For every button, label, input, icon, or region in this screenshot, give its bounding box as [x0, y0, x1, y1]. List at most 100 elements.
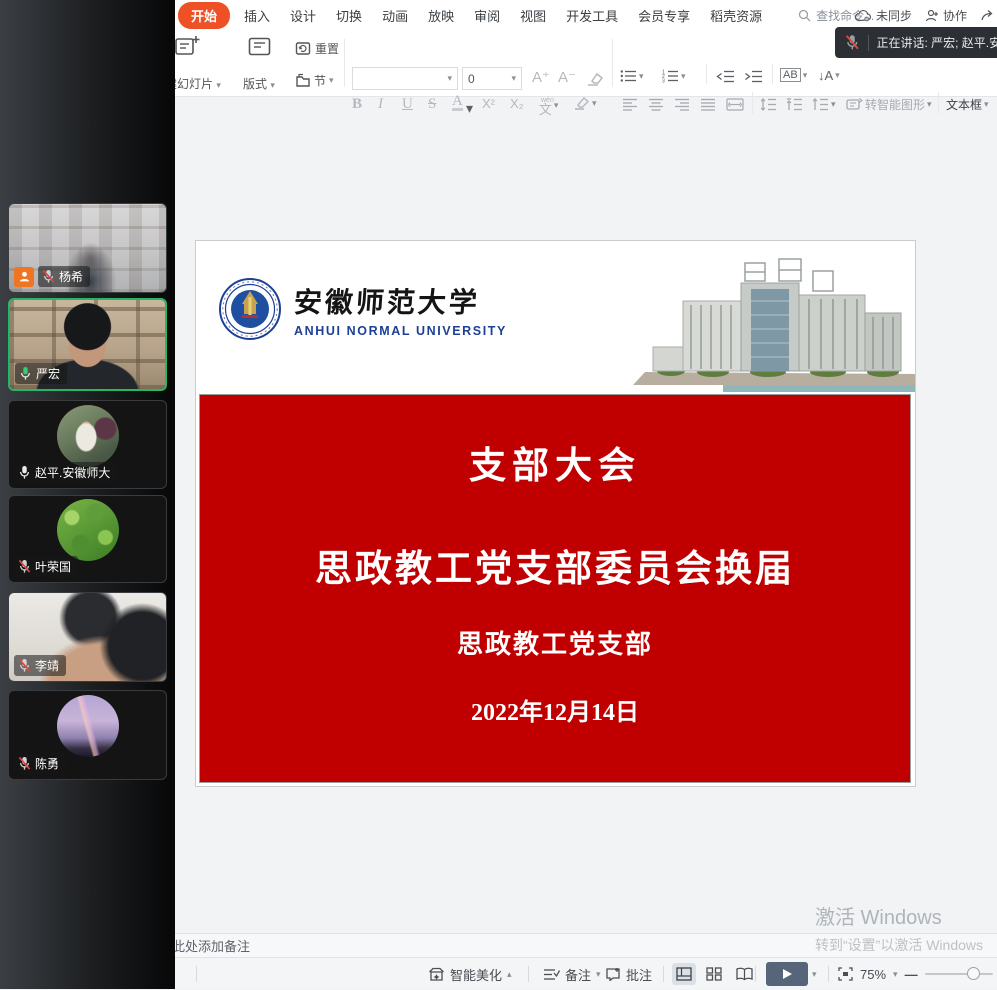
paragraph-spacing-icon[interactable]: [786, 98, 803, 111]
smart-beautify-button[interactable]: 智能美化 ▴: [428, 958, 512, 990]
line-height-icon: [812, 98, 829, 111]
notes-toggle-button[interactable]: 备注 ▾: [543, 958, 601, 990]
collaborate-button[interactable]: 协作: [925, 7, 967, 24]
play-icon: [782, 968, 793, 980]
zoom-slider[interactable]: [925, 973, 993, 975]
tab-devtools[interactable]: 开发工具: [556, 3, 628, 28]
font-color-dropdown[interactable]: ▾: [466, 100, 473, 117]
slide-sorter-view-button[interactable]: [702, 963, 726, 985]
play-slideshow-button[interactable]: [766, 962, 808, 986]
italic-button[interactable]: I: [378, 96, 383, 113]
mic-on-icon: [18, 465, 31, 480]
slide[interactable]: 安徽师范大学 ANHUI NORMAL UNIVERSITY: [195, 240, 916, 787]
normal-view-button[interactable]: [672, 963, 696, 985]
mic-muted-icon: [42, 269, 55, 284]
menu-right-actions: 未同步 协作: [854, 0, 995, 30]
text-box-button[interactable]: 文本框▾: [946, 96, 989, 113]
university-emblem-icon: [218, 277, 282, 341]
vertical-text-button[interactable]: ↓A▾: [818, 68, 840, 83]
tab-home[interactable]: 开始: [178, 2, 230, 29]
increase-font-button[interactable]: A⁺: [532, 68, 550, 86]
sync-status[interactable]: 未同步: [854, 7, 912, 24]
reset-button[interactable]: 重置: [295, 40, 339, 57]
tab-design[interactable]: 设计: [280, 3, 326, 28]
font-size-value: 0: [468, 72, 475, 86]
zoom-slider-handle[interactable]: [967, 967, 980, 980]
superscript-button[interactable]: X²: [482, 96, 495, 111]
notes-icon: [543, 968, 560, 981]
bold-button[interactable]: B: [352, 96, 362, 113]
slide-date: 2022年12月14日: [200, 692, 910, 727]
slide-subtitle: 思政教工党支部委员会换届: [200, 538, 910, 592]
speaking-text: 正在讲话: 严宏; 赵平.安: [876, 34, 997, 51]
decrease-font-button[interactable]: A⁻: [558, 68, 576, 86]
new-slide-icon: [174, 34, 200, 60]
tab-review[interactable]: 审阅: [464, 3, 510, 28]
align-center-icon[interactable]: [648, 98, 664, 111]
participant-name: 陈勇: [35, 755, 59, 772]
layout-button[interactable]: 版式 ▾: [230, 34, 288, 92]
increase-indent-icon[interactable]: [744, 70, 763, 83]
tab-transition[interactable]: 切换: [326, 3, 372, 28]
mic-speaking-icon: [19, 366, 32, 381]
participant-tile-lijing[interactable]: 李靖: [8, 592, 167, 682]
avatar: [57, 405, 119, 467]
align-left-icon[interactable]: [622, 98, 638, 111]
tab-member[interactable]: 会员专享: [628, 3, 700, 28]
strikethrough-button[interactable]: S: [428, 96, 436, 113]
play-options-dropdown[interactable]: ▾: [812, 969, 817, 980]
normal-view-icon: [676, 967, 692, 981]
slide-org: 思政教工党支部: [200, 624, 910, 661]
participant-tile-yerongguo[interactable]: 叶荣国: [8, 495, 167, 583]
text-direction-button[interactable]: AB▾: [780, 68, 807, 82]
zoom-out-button[interactable]: —: [905, 967, 918, 982]
participant-tile-yanhong[interactable]: 严宏: [8, 298, 167, 391]
subscript-button[interactable]: X₂: [510, 96, 524, 111]
smart-beautify-icon: [428, 966, 445, 982]
cloud-sync-icon: [854, 9, 872, 22]
section-button[interactable]: 节▾: [295, 72, 334, 89]
participant-tile-yangxi[interactable]: 杨希: [8, 203, 167, 293]
university-name-en: ANHUI NORMAL UNIVERSITY: [294, 324, 507, 338]
reading-view-button[interactable]: [732, 963, 756, 985]
phonetic-guide-button[interactable]: wén文▾: [538, 93, 558, 118]
participant-tile-zhaoping[interactable]: 赵平.安徽师大: [8, 400, 167, 489]
mic-muted-icon: [18, 658, 31, 673]
fit-to-window-icon[interactable]: [838, 967, 853, 981]
distribute-text-icon[interactable]: [726, 98, 744, 111]
clear-format-icon[interactable]: [586, 71, 604, 87]
comment-button[interactable]: 批注: [605, 958, 652, 990]
slide-title-block[interactable]: 支部大会 思政教工党支部委员会换届 思政教工党支部 2022年12月14日: [199, 394, 911, 783]
svg-text:3: 3: [662, 79, 665, 83]
tab-view[interactable]: 视图: [510, 3, 556, 28]
underline-button[interactable]: U: [402, 96, 413, 113]
campus-building-image: [583, 243, 915, 392]
tab-slideshow[interactable]: 放映: [418, 3, 464, 28]
bullet-list-icon: [620, 69, 637, 83]
highlighter-button[interactable]: ▾: [574, 96, 597, 110]
tab-animation[interactable]: 动画: [372, 3, 418, 28]
line-height-button[interactable]: ▾: [812, 98, 836, 111]
share-icon[interactable]: [980, 8, 995, 22]
align-right-icon[interactable]: [674, 98, 690, 111]
align-justify-icon[interactable]: [700, 98, 716, 111]
university-logo: 安徽师范大学 ANHUI NORMAL UNIVERSITY: [218, 277, 507, 341]
decrease-indent-icon[interactable]: [716, 70, 735, 83]
zoom-level[interactable]: 75%: [860, 967, 886, 982]
reading-view-icon: [736, 967, 753, 981]
line-spacing-icon[interactable]: [760, 98, 777, 111]
font-size-select[interactable]: 0▾: [462, 67, 522, 90]
tab-docer[interactable]: 稻壳资源: [700, 3, 772, 28]
slide-title: 支部大会: [200, 435, 910, 489]
numbered-list-button[interactable]: 123▾: [662, 69, 686, 83]
bullet-list-button[interactable]: ▾: [620, 69, 644, 83]
tab-insert[interactable]: 插入: [234, 3, 280, 28]
font-family-select[interactable]: ▾: [352, 67, 458, 90]
meeting-participants-sidebar: 杨希 严宏 赵平.安徽师大 叶荣国: [0, 0, 175, 989]
zoom-dropdown[interactable]: ▾: [893, 969, 898, 980]
comment-icon: [605, 967, 621, 981]
font-color-button[interactable]: A: [452, 94, 463, 111]
to-smart-graphic-button[interactable]: 转智能图形▾: [846, 96, 932, 113]
participant-name: 赵平.安徽师大: [35, 464, 110, 481]
participant-tile-chenyong[interactable]: 陈勇: [8, 690, 167, 780]
